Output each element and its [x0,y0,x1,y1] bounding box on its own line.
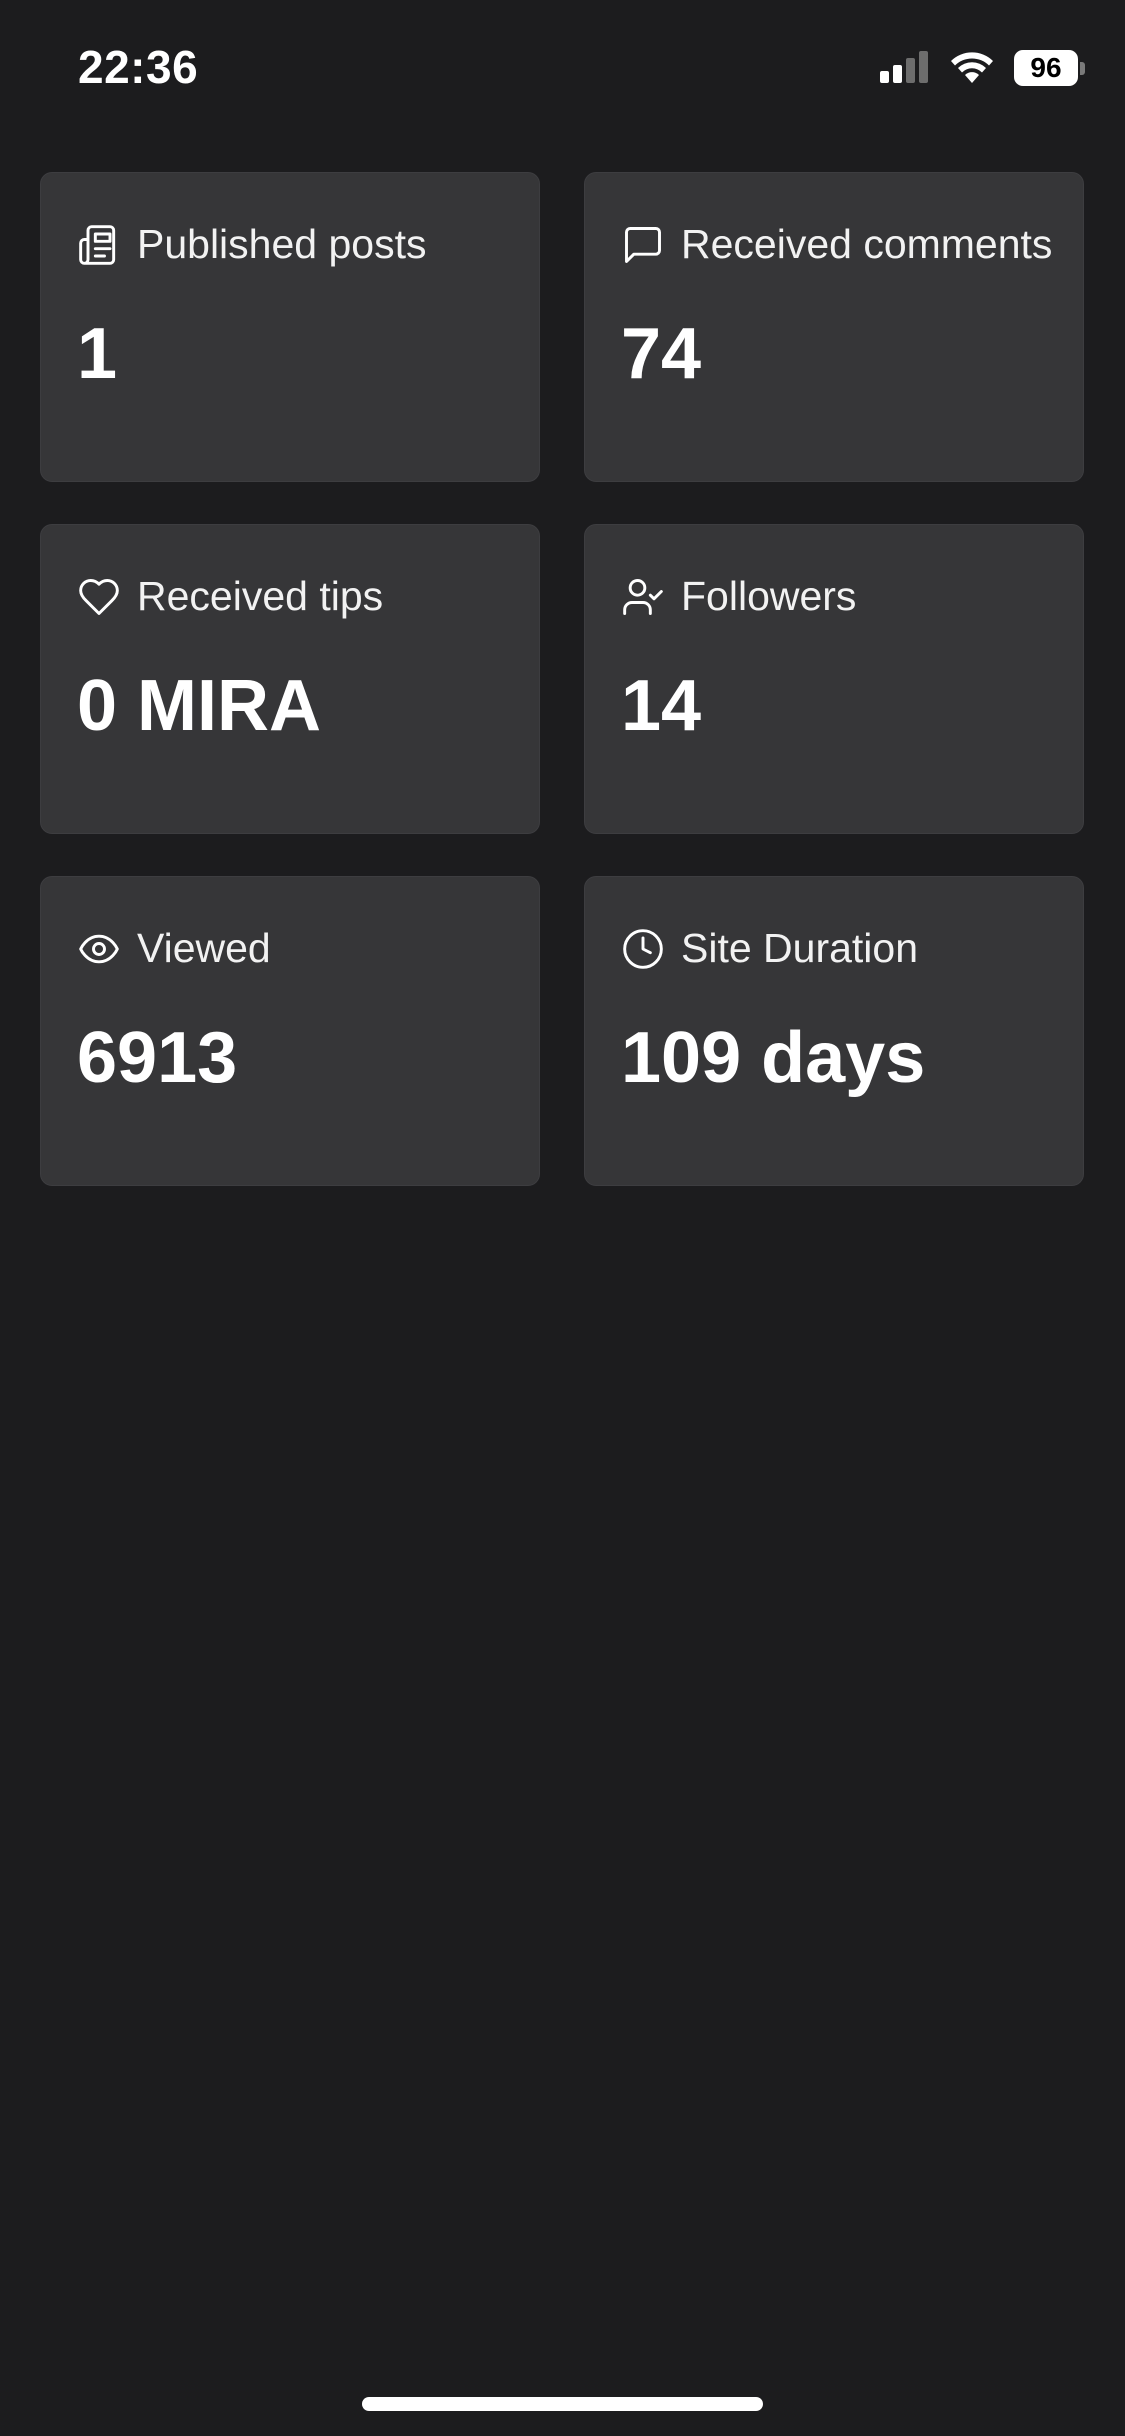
stat-label: Received tips [137,573,384,619]
battery-nub [1080,61,1085,75]
stats-grid: Published posts 1 Received comments 74 R… [40,172,1085,1186]
stat-card-header: Received tips [77,573,383,620]
stat-card-header: Received comments [621,221,1052,268]
clock-icon [621,927,665,971]
stat-label: Site Duration [681,925,919,971]
stat-label: Received comments [681,221,1053,267]
eye-icon [77,927,121,971]
stat-label: Published posts [137,221,427,267]
stat-value: 109 days [621,1018,926,1098]
battery-level: 96 [1014,50,1078,86]
stat-value: 0 MIRA [77,666,322,746]
chat-bubble-icon [621,223,665,267]
stat-card-header: Published posts [77,221,426,268]
stat-value: 6913 [77,1018,238,1098]
home-indicator[interactable] [362,2397,763,2411]
status-bar: 22:36 96 [0,0,1125,140]
stat-label: Viewed [137,925,271,971]
stat-card-received-tips: Received tips 0 MIRA [40,524,540,834]
battery-icon: 96 [1014,50,1085,86]
stat-value: 1 [77,314,118,394]
stat-value: 14 [621,666,702,746]
stat-card-followers: Followers 14 [584,524,1084,834]
status-icons: 96 [880,50,1085,86]
stat-card-received-comments: Received comments 74 [584,172,1084,482]
wifi-icon [948,51,996,85]
stat-card-viewed: Viewed 6913 [40,876,540,1186]
stat-card-header: Viewed [77,925,271,972]
cellular-signal-icon [880,51,930,85]
stat-label: Followers [681,573,857,619]
stat-value: 74 [621,314,702,394]
user-check-icon [621,575,665,619]
stat-card-header: Site Duration [621,925,918,972]
stat-card-published-posts: Published posts 1 [40,172,540,482]
status-time: 22:36 [78,41,199,93]
newspaper-icon [77,223,121,267]
stat-card-header: Followers [621,573,856,620]
stat-card-site-duration: Site Duration 109 days [584,876,1084,1186]
heart-icon [77,575,121,619]
